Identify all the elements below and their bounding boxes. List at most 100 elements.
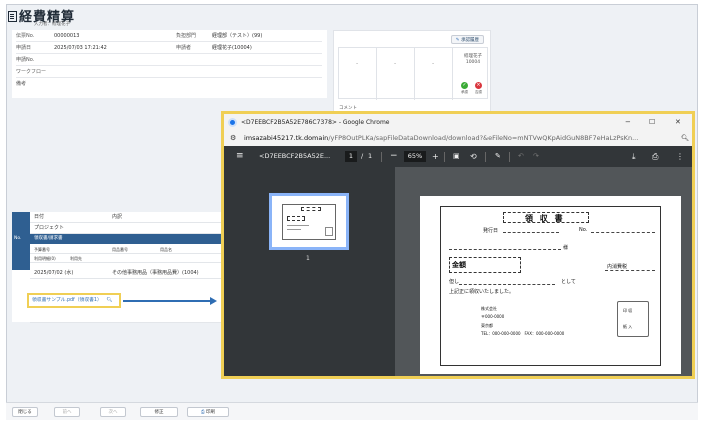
- pdf-file-name: <D7EEBCF2B5A52E...: [259, 152, 331, 160]
- thumbnail-sidebar: 1: [224, 167, 395, 376]
- sub-header-row: 予算番号 用品番号 用品名: [30, 245, 222, 254]
- page-subtitle: 入力者：経理花子: [34, 22, 70, 27]
- pdf-toolbar: ≡ <D7EEBCF2B5A52E... 1 / 1 − 65% + ▣ ⟲ ✎…: [224, 146, 692, 167]
- address-bar[interactable]: ⚙ imsazabi45217.tk.domain/yFP8OutPLKa/sa…: [224, 131, 692, 146]
- edit-button[interactable]: 修正: [140, 407, 178, 417]
- approver-id: 10004: [465, 60, 481, 65]
- zoom-input[interactable]: 65%: [404, 151, 426, 162]
- approval-dash: -: [432, 60, 435, 67]
- url-text: imsazabi45217.tk.domain/yFP8OutPLKa/sapF…: [244, 131, 638, 146]
- header-row-date: 日付 内訳: [30, 212, 222, 223]
- received-text: 上記正に領収いたしました。: [449, 289, 515, 295]
- approval-col: [415, 48, 453, 100]
- info-row-remarks: 備考: [16, 78, 322, 90]
- receipt-form: 領 収 書 発行日 No. 様 金額 内消費税 但し として 上記正に領収いたし…: [440, 206, 661, 366]
- page-thumbnail[interactable]: [269, 193, 349, 250]
- minimize-button[interactable]: −: [625, 114, 631, 131]
- company-name: 株式会社: [481, 306, 497, 311]
- thumbnail-amount-box: [287, 216, 305, 221]
- sub-user: 利用先: [70, 256, 82, 261]
- sub-product-name: 用品名: [160, 247, 172, 252]
- amount-label: 金額: [452, 261, 466, 269]
- attachment-link[interactable]: 領収書サンプル.pdf（領収書1） 🔍︎: [27, 293, 121, 308]
- receipt-no-line: [591, 232, 655, 233]
- sama-label: 様: [563, 245, 569, 251]
- row-item: その他事務用品（事務用品費）(1004): [112, 270, 199, 276]
- approval-panel: ✎ 承認履歴 - - - 経理花子 10004 ✓ × 承認 否認: [333, 30, 491, 115]
- info-row-date: 申請日 2025/07/03 17:21:42 申請者 経理花子(10004): [16, 42, 322, 54]
- detail-no-column: No.: [12, 212, 30, 270]
- thumbnail-page-number: 1: [306, 255, 310, 262]
- window-close-button[interactable]: ✕: [675, 114, 681, 131]
- fit-page-icon[interactable]: ▣: [453, 146, 460, 167]
- department-value: 経理部（テスト）(99): [212, 33, 263, 39]
- rotate-icon[interactable]: ⟲: [470, 146, 477, 167]
- approval-col: [339, 48, 377, 100]
- table-row-empty: [30, 312, 222, 323]
- applicant-label: 申請者: [176, 45, 192, 51]
- remarks-label: 備考: [16, 81, 27, 87]
- approve-label: 承認: [461, 90, 468, 94]
- applicant-value: 経理花子(10004): [212, 45, 252, 51]
- document-icon: [8, 11, 17, 22]
- check-icon: ✓: [462, 82, 467, 88]
- info-row-workflow: ワークフロー: [16, 66, 322, 78]
- print-icon[interactable]: ⎙: [652, 146, 658, 167]
- page-input[interactable]: 1: [345, 151, 357, 162]
- approval-col: [377, 48, 415, 100]
- receipt-title: 領 収 書: [525, 214, 565, 223]
- chrome-title-bar: <D7EEBCF2B5A52E786C7378> - Google Chrome…: [224, 114, 692, 131]
- department-label: 負担部門: [176, 33, 197, 39]
- maximize-button[interactable]: ☐: [649, 114, 655, 131]
- issue-date-label: 発行日: [483, 228, 499, 234]
- annotate-icon[interactable]: ✎: [495, 146, 501, 167]
- toolbar-divider: [509, 152, 510, 162]
- site-settings-icon[interactable]: ⚙: [230, 131, 236, 146]
- zoom-in-button[interactable]: +: [432, 146, 439, 167]
- download-icon[interactable]: ⤓: [632, 146, 636, 167]
- tax-line: [605, 270, 655, 271]
- url-domain: imsazabi45217.tk.domain: [244, 134, 329, 142]
- info-panel: 伝票No. 00000013 負担部門 経理部（テスト）(99) 申請日 202…: [12, 30, 327, 98]
- undo-icon[interactable]: ↶: [518, 146, 524, 167]
- thumbnail-stamp: [325, 227, 333, 236]
- url-path: /yFP8OutPLKa/sapFileDataDownload/downloa…: [328, 134, 639, 142]
- sub-product: 用品番号: [112, 247, 128, 252]
- approval-dash: -: [394, 60, 397, 67]
- reject-label: 否認: [475, 90, 482, 94]
- approval-history-button[interactable]: ✎ 承認履歴: [450, 35, 484, 44]
- application-no-label: 申請No.: [16, 57, 35, 63]
- toolbar-divider: [444, 152, 445, 162]
- header-row-project: プロジェクト: [30, 223, 222, 234]
- toolbar-divider: [485, 152, 486, 162]
- table-row[interactable]: 2025/07/02 (水) その他事務用品（事務用品費）(1004): [30, 268, 222, 279]
- date-label: 申請日: [16, 45, 32, 51]
- sub-header-row-2: 利用明細(0) 利用先: [30, 254, 222, 263]
- row-date: 2025/07/02 (水): [34, 270, 74, 276]
- close-button[interactable]: 閉じる: [12, 407, 38, 417]
- header-project: プロジェクト: [34, 225, 65, 231]
- zoom-search-icon[interactable]: 🔍︎: [679, 131, 690, 146]
- arrow-head: [210, 297, 217, 305]
- approve-button[interactable]: ✓: [461, 82, 468, 89]
- next-button[interactable]: 次へ: [100, 407, 126, 417]
- more-icon[interactable]: ⋮: [676, 146, 684, 167]
- info-row-slip: 伝票No. 00000013 負担部門 経理部（テスト）(99): [16, 30, 322, 42]
- print-button[interactable]: ⎙ 印刷: [187, 407, 229, 417]
- issue-date-line: [503, 232, 559, 233]
- reject-button[interactable]: ×: [475, 82, 482, 89]
- search-icon[interactable]: 🔍︎: [106, 298, 112, 303]
- zoom-out-button[interactable]: −: [390, 146, 398, 167]
- prev-button[interactable]: 前へ: [54, 407, 80, 417]
- approver: 経理花子 10004: [457, 54, 489, 66]
- redo-icon[interactable]: ↷: [533, 146, 539, 167]
- header-date: 日付: [34, 214, 45, 220]
- thumbnail-line: [287, 225, 309, 226]
- toolbar-divider: [381, 152, 382, 162]
- menu-icon[interactable]: ≡: [236, 146, 244, 167]
- tadashi-label: 但し: [449, 279, 460, 285]
- approval-grid: - - - 経理花子 10004 ✓ × 承認 否認: [338, 47, 489, 100]
- print-label: 印刷: [206, 410, 216, 415]
- date-value: 2025/07/03 17:21:42: [54, 45, 107, 51]
- thumbnail-title-box: [301, 207, 321, 211]
